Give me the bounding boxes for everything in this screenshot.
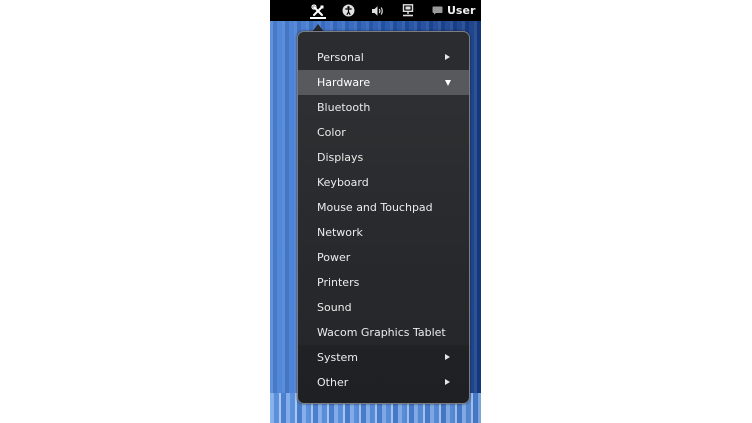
- menu-section-label: Personal: [317, 51, 364, 64]
- menu-section-label: Hardware: [317, 76, 371, 89]
- user-menu[interactable]: User: [432, 0, 475, 21]
- menu-item-sound[interactable]: Sound: [298, 295, 469, 320]
- top-panel: User: [270, 0, 481, 21]
- menu-section-system[interactable]: System: [298, 345, 469, 370]
- menu-section-personal[interactable]: Personal: [298, 45, 469, 70]
- menu-section-label: Other: [317, 376, 349, 389]
- volume-icon[interactable]: [371, 0, 385, 21]
- menu-section-other[interactable]: Other: [298, 370, 469, 395]
- arrow-down-icon: [445, 80, 451, 86]
- menu-item-label: Power: [317, 251, 351, 264]
- menu-item-label: Wacom Graphics Tablet: [317, 326, 446, 339]
- menu-item-displays[interactable]: Displays: [298, 145, 469, 170]
- menu-item-label: Mouse and Touchpad: [317, 201, 433, 214]
- menu-item-printers[interactable]: Printers: [298, 270, 469, 295]
- user-name: User: [447, 4, 476, 17]
- menu-item-label: Displays: [317, 151, 364, 164]
- settings-icon[interactable]: [309, 0, 327, 21]
- menu-item-label: Sound: [317, 301, 352, 314]
- menu-item-network[interactable]: Network: [298, 220, 469, 245]
- menu-item-power[interactable]: Power: [298, 245, 469, 270]
- menu-section-label: System: [317, 351, 359, 364]
- chat-icon: [432, 6, 443, 15]
- arrow-right-icon: [445, 54, 450, 60]
- arrow-right-icon: [445, 379, 450, 385]
- menu-item-label: Keyboard: [317, 176, 369, 189]
- menu-section-hardware[interactable]: Hardware: [298, 70, 469, 95]
- menu-item-bluetooth[interactable]: Bluetooth: [298, 95, 469, 120]
- menu-item-wacom-graphics-tablet[interactable]: Wacom Graphics Tablet: [298, 320, 469, 345]
- menu-item-mouse-and-touchpad[interactable]: Mouse and Touchpad: [298, 195, 469, 220]
- menu-item-label: Bluetooth: [317, 101, 371, 114]
- menu-item-color[interactable]: Color: [298, 120, 469, 145]
- menu-item-label: Network: [317, 226, 363, 239]
- settings-menu: Personal Hardware Bluetooth Color Displa…: [297, 31, 470, 404]
- accessibility-icon[interactable]: [341, 0, 355, 21]
- menu-item-label: Color: [317, 126, 346, 139]
- menu-item-label: Printers: [317, 276, 360, 289]
- arrow-right-icon: [445, 354, 450, 360]
- menu-item-keyboard[interactable]: Keyboard: [298, 170, 469, 195]
- network-icon[interactable]: [401, 0, 415, 21]
